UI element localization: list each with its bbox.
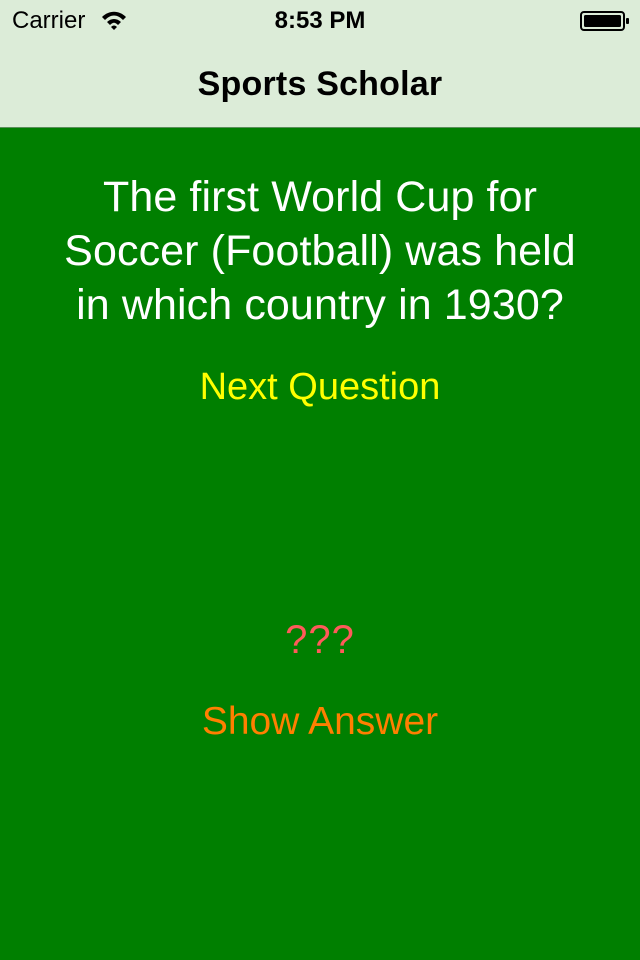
- battery-icon: [580, 11, 629, 31]
- navigation-bar: Sports Scholar: [0, 40, 640, 128]
- nav-title: Sports Scholar: [197, 65, 443, 103]
- next-question-button[interactable]: Next Question: [160, 360, 480, 414]
- question-text: The first World Cup for Soccer (Football…: [64, 173, 576, 329]
- show-answer-button[interactable]: Show Answer: [140, 695, 500, 749]
- status-time: 8:53 PM: [274, 7, 366, 34]
- status-bar: Carrier 8:53 PM: [0, 0, 640, 40]
- answer-text: ???: [285, 618, 355, 662]
- top-bars: Carrier 8:53 PM Sports Scholar: [0, 0, 640, 128]
